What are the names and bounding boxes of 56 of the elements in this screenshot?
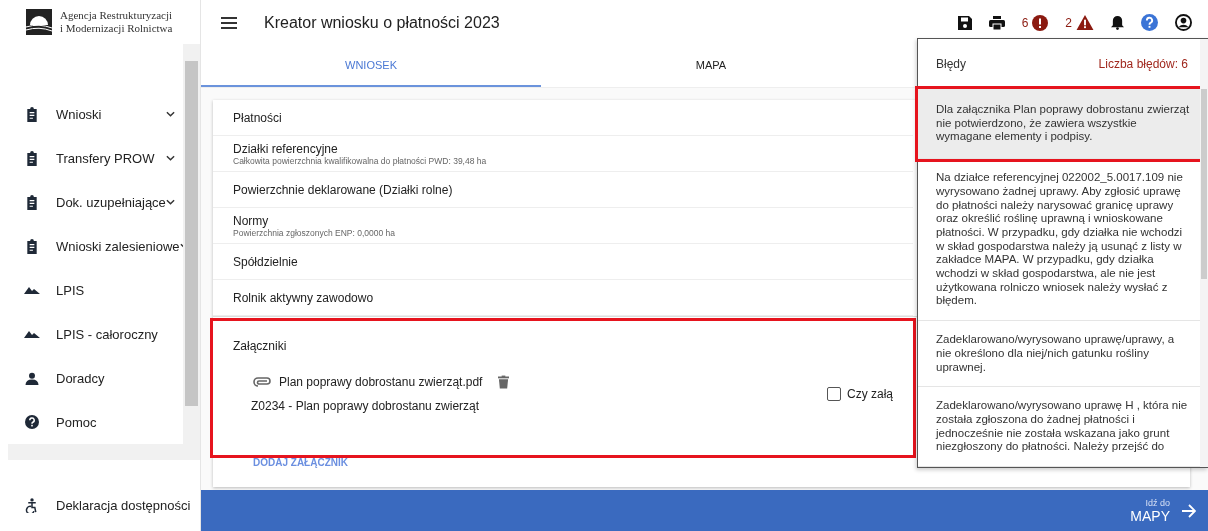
go-to-map-button[interactable]: Idź do MAPY bbox=[1130, 490, 1208, 531]
form-section[interactable]: Powierzchnie deklarowane (Działki rolne) bbox=[213, 172, 913, 208]
tab[interactable]: MAPA bbox=[541, 45, 881, 87]
help-icon[interactable] bbox=[1141, 14, 1158, 31]
person-icon bbox=[24, 371, 40, 385]
error-message[interactable]: Dla załącznika Plan poprawy dobrostanu zwierząt nie potwierdzono, że zawiera wszystkie wymagane elementy i podpisy. bbox=[918, 89, 1200, 160]
nav-item[interactable]: LPIS - całoroczny bbox=[8, 312, 183, 356]
nav-item[interactable]: LPIS bbox=[8, 268, 183, 312]
paperclip-icon bbox=[253, 377, 271, 387]
error-icon[interactable] bbox=[1032, 14, 1049, 31]
form-section[interactable]: Spółdzielnie bbox=[213, 244, 913, 280]
arrow-right-icon bbox=[1182, 503, 1196, 518]
section-title: Załączniki bbox=[233, 339, 288, 353]
clipboard-icon bbox=[24, 194, 40, 210]
agency-name: i Modernizacji Rolnictwa bbox=[60, 22, 173, 35]
error-count: 6 bbox=[1021, 15, 1029, 30]
print-icon[interactable] bbox=[988, 15, 1005, 30]
menu-icon[interactable] bbox=[221, 16, 237, 29]
nav-item[interactable]: Doradcy bbox=[8, 356, 183, 400]
chevron-down-icon bbox=[166, 199, 175, 205]
form-section[interactable]: Normy Powierzchnia zgłoszonych ENP: 0,0000 ha bbox=[213, 208, 913, 244]
mountains-icon bbox=[24, 330, 40, 338]
tab[interactable]: WNIOSEK bbox=[201, 45, 541, 87]
account-icon[interactable] bbox=[1175, 14, 1192, 31]
scrollbar[interactable] bbox=[183, 44, 200, 444]
error-count-label: Liczba błędów: 6 bbox=[1098, 57, 1188, 71]
trash-icon[interactable] bbox=[498, 375, 510, 389]
nav-item[interactable]: Wnioski bbox=[8, 92, 183, 136]
accessibility-link[interactable]: Deklaracja dostępności bbox=[0, 479, 200, 531]
chevron-down-icon bbox=[166, 111, 175, 117]
logo-icon bbox=[26, 9, 52, 35]
save-icon[interactable] bbox=[957, 15, 972, 30]
panel-title: Błędy bbox=[936, 57, 967, 71]
bell-icon[interactable] bbox=[1111, 15, 1124, 30]
attachment-type: Z0234 - Plan poprawy dobrostanu zwierząt bbox=[251, 399, 481, 413]
clipboard-icon bbox=[24, 106, 40, 122]
page-title: Kreator wniosku o płatności 2023 bbox=[264, 13, 500, 32]
checkbox[interactable] bbox=[827, 387, 841, 401]
scrollbar[interactable] bbox=[8, 444, 200, 460]
clipboard-icon bbox=[24, 238, 40, 254]
form-section[interactable]: Działki referencyjne Całkowita powierzchnia kwalifikowalna do płatności PWD: 39,48 ha bbox=[213, 136, 913, 172]
warning-icon[interactable] bbox=[1076, 15, 1094, 30]
nav-item[interactable]: Dok. uzupełniające bbox=[8, 180, 183, 224]
chevron-down-icon bbox=[166, 155, 175, 161]
nav-item[interactable]: Pomoc bbox=[8, 400, 183, 443]
scrollbar[interactable] bbox=[1200, 39, 1208, 468]
mountains-icon bbox=[24, 286, 40, 294]
file-name[interactable]: Plan poprawy dobrostanu zwierząt.pdf bbox=[279, 375, 483, 389]
help-icon bbox=[24, 415, 40, 429]
agency-name: Agencja Restrukturyzacji bbox=[60, 9, 173, 22]
nav-item[interactable]: Transfery PROW bbox=[8, 136, 183, 180]
warning-count: 2 bbox=[1065, 15, 1072, 30]
form-section[interactable]: Płatności bbox=[213, 100, 913, 136]
form-section[interactable]: Rolnik aktywny zawodowo bbox=[213, 280, 913, 316]
clipboard-icon bbox=[24, 150, 40, 166]
checkbox-label: Czy załą bbox=[847, 387, 893, 401]
